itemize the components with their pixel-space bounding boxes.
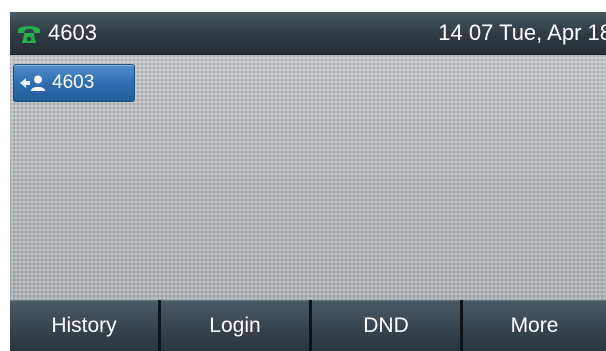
- green-handset-icon: [16, 22, 42, 44]
- line-key-label: 4603: [52, 72, 95, 93]
- softkey-dnd[interactable]: DND: [312, 300, 460, 351]
- softkey-more[interactable]: More: [463, 300, 606, 351]
- softkey-history[interactable]: History: [10, 300, 158, 351]
- line-key-account[interactable]: 4603: [13, 64, 135, 102]
- status-phone-number: 4603: [48, 20, 97, 45]
- status-datetime: 14 07 Tue, Apr 18: [438, 20, 606, 45]
- account-line-icon: [19, 74, 47, 92]
- softkey-login[interactable]: Login: [161, 300, 309, 351]
- status-bar: 4603 14 07 Tue, Apr 18: [10, 12, 606, 55]
- phone-screen: 4603 14 07 Tue, Apr 18 4603 History Logi…: [10, 12, 606, 351]
- softkey-bar: History Login DND More: [10, 300, 606, 351]
